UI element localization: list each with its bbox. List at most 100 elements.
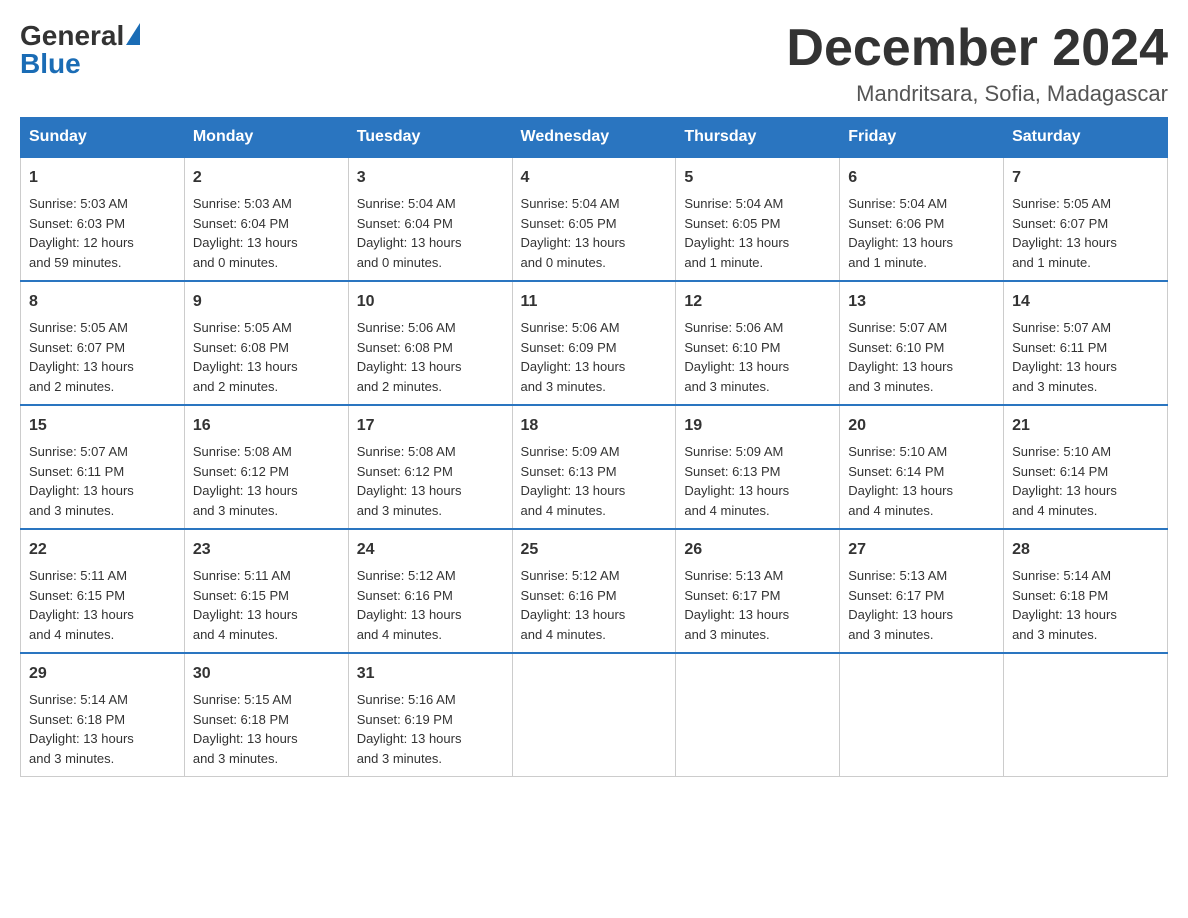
day-header-wednesday: Wednesday (512, 118, 676, 158)
day-number: 6 (848, 166, 995, 190)
day-cell-29: 29Sunrise: 5:14 AM Sunset: 6:18 PM Dayli… (21, 653, 185, 777)
day-cell-4: 4 Sunrise: 5:04 AM Sunset: 6:05 PM Daylig… (512, 157, 676, 281)
day-cell-25: 25 Sunrise: 5:12 AM Sunset: 6:16 PM Dayli… (512, 529, 676, 653)
day-number: 20 (848, 414, 995, 438)
day-number: 1 (29, 166, 176, 190)
day-cell-2: 2 Sunrise: 5:03 AM Sunset: 6:04 PM Daylig… (184, 157, 348, 281)
week-row-2: 8 Sunrise: 5:05 AM Sunset: 6:07 PM Daylig… (21, 281, 1168, 405)
week-row-1: 1 Sunrise: 5:03 AM Sunset: 6:03 PM Daylig… (21, 157, 1168, 281)
day-info: Sunrise: 5:10 AM Sunset: 6:14 PM Dayligh… (848, 444, 953, 518)
day-cell-1: 1 Sunrise: 5:03 AM Sunset: 6:03 PM Daylig… (21, 157, 185, 281)
day-info: Sunrise: 5:06 AM Sunset: 6:10 PM Dayligh… (684, 320, 789, 394)
day-cell-14: 14 Sunrise: 5:07 AM Sunset: 6:11 PM Dayli… (1004, 281, 1168, 405)
day-cell-12: 12 Sunrise: 5:06 AM Sunset: 6:10 PM Dayli… (676, 281, 840, 405)
day-cell-5: 5 Sunrise: 5:04 AM Sunset: 6:05 PM Daylig… (676, 157, 840, 281)
day-number: 2 (193, 166, 340, 190)
day-info: Sunrise: 5:07 AM Sunset: 6:11 PM Dayligh… (29, 444, 134, 518)
day-cell-6: 6 Sunrise: 5:04 AM Sunset: 6:06 PM Daylig… (840, 157, 1004, 281)
day-info: Sunrise: 5:08 AM Sunset: 6:12 PM Dayligh… (193, 444, 298, 518)
day-cell-20: 20 Sunrise: 5:10 AM Sunset: 6:14 PM Dayli… (840, 405, 1004, 529)
day-cell-21: 21Sunrise: 5:10 AM Sunset: 6:14 PM Dayli… (1004, 405, 1168, 529)
day-number: 22 (29, 538, 176, 562)
day-number: 27 (848, 538, 995, 562)
day-cell-8: 8 Sunrise: 5:05 AM Sunset: 6:07 PM Daylig… (21, 281, 185, 405)
day-number: 18 (521, 414, 668, 438)
day-header-tuesday: Tuesday (348, 118, 512, 158)
day-cell-9: 9Sunrise: 5:05 AM Sunset: 6:08 PM Daylig… (184, 281, 348, 405)
day-info: Sunrise: 5:05 AM Sunset: 6:07 PM Dayligh… (1012, 196, 1117, 270)
day-cell-22: 22Sunrise: 5:11 AM Sunset: 6:15 PM Dayli… (21, 529, 185, 653)
day-info: Sunrise: 5:16 AM Sunset: 6:19 PM Dayligh… (357, 692, 462, 766)
day-cell-18: 18Sunrise: 5:09 AM Sunset: 6:13 PM Dayli… (512, 405, 676, 529)
logo: General Blue (20, 20, 140, 80)
day-number: 12 (684, 290, 831, 314)
day-cell-31: 31 Sunrise: 5:16 AM Sunset: 6:19 PM Dayli… (348, 653, 512, 777)
day-info: Sunrise: 5:05 AM Sunset: 6:07 PM Dayligh… (29, 320, 134, 394)
day-headers-row: SundayMondayTuesdayWednesdayThursdayFrid… (21, 118, 1168, 158)
day-info: Sunrise: 5:12 AM Sunset: 6:16 PM Dayligh… (357, 568, 462, 642)
header: General Blue December 2024 Mandritsara, … (20, 20, 1168, 107)
day-cell-13: 13 Sunrise: 5:07 AM Sunset: 6:10 PM Dayli… (840, 281, 1004, 405)
day-number: 4 (521, 166, 668, 190)
day-number: 25 (521, 538, 668, 562)
day-cell-10: 10Sunrise: 5:06 AM Sunset: 6:08 PM Dayli… (348, 281, 512, 405)
week-row-4: 22Sunrise: 5:11 AM Sunset: 6:15 PM Dayli… (21, 529, 1168, 653)
day-cell-15: 15 Sunrise: 5:07 AM Sunset: 6:11 PM Dayli… (21, 405, 185, 529)
day-cell-27: 27 Sunrise: 5:13 AM Sunset: 6:17 PM Dayli… (840, 529, 1004, 653)
day-cell-16: 16 Sunrise: 5:08 AM Sunset: 6:12 PM Dayli… (184, 405, 348, 529)
day-number: 7 (1012, 166, 1159, 190)
day-info: Sunrise: 5:13 AM Sunset: 6:17 PM Dayligh… (684, 568, 789, 642)
empty-cell (1004, 653, 1168, 777)
day-number: 15 (29, 414, 176, 438)
day-info: Sunrise: 5:07 AM Sunset: 6:10 PM Dayligh… (848, 320, 953, 394)
day-info: Sunrise: 5:03 AM Sunset: 6:04 PM Dayligh… (193, 196, 298, 270)
calendar-table: SundayMondayTuesdayWednesdayThursdayFrid… (20, 117, 1168, 777)
day-info: Sunrise: 5:04 AM Sunset: 6:05 PM Dayligh… (521, 196, 626, 270)
day-info: Sunrise: 5:04 AM Sunset: 6:05 PM Dayligh… (684, 196, 789, 270)
logo-blue-text: Blue (20, 48, 81, 80)
day-info: Sunrise: 5:04 AM Sunset: 6:04 PM Dayligh… (357, 196, 462, 270)
day-info: Sunrise: 5:12 AM Sunset: 6:16 PM Dayligh… (521, 568, 626, 642)
week-row-3: 15 Sunrise: 5:07 AM Sunset: 6:11 PM Dayli… (21, 405, 1168, 529)
day-cell-28: 28Sunrise: 5:14 AM Sunset: 6:18 PM Dayli… (1004, 529, 1168, 653)
day-info: Sunrise: 5:03 AM Sunset: 6:03 PM Dayligh… (29, 196, 134, 270)
day-info: Sunrise: 5:09 AM Sunset: 6:13 PM Dayligh… (684, 444, 789, 518)
empty-cell (512, 653, 676, 777)
day-info: Sunrise: 5:06 AM Sunset: 6:09 PM Dayligh… (521, 320, 626, 394)
day-cell-30: 30 Sunrise: 5:15 AM Sunset: 6:18 PM Dayli… (184, 653, 348, 777)
day-number: 8 (29, 290, 176, 314)
title-area: December 2024 Mandritsara, Sofia, Madaga… (786, 20, 1168, 107)
day-number: 5 (684, 166, 831, 190)
day-info: Sunrise: 5:07 AM Sunset: 6:11 PM Dayligh… (1012, 320, 1117, 394)
day-cell-17: 17 Sunrise: 5:08 AM Sunset: 6:12 PM Dayli… (348, 405, 512, 529)
day-number: 14 (1012, 290, 1159, 314)
empty-cell (840, 653, 1004, 777)
day-number: 29 (29, 662, 176, 686)
day-header-sunday: Sunday (21, 118, 185, 158)
day-header-monday: Monday (184, 118, 348, 158)
day-number: 30 (193, 662, 340, 686)
empty-cell (676, 653, 840, 777)
day-number: 17 (357, 414, 504, 438)
day-number: 26 (684, 538, 831, 562)
day-info: Sunrise: 5:13 AM Sunset: 6:17 PM Dayligh… (848, 568, 953, 642)
day-number: 31 (357, 662, 504, 686)
day-number: 3 (357, 166, 504, 190)
day-number: 16 (193, 414, 340, 438)
day-header-friday: Friday (840, 118, 1004, 158)
month-title: December 2024 (786, 20, 1168, 77)
location-subtitle: Mandritsara, Sofia, Madagascar (786, 81, 1168, 107)
day-header-thursday: Thursday (676, 118, 840, 158)
day-info: Sunrise: 5:04 AM Sunset: 6:06 PM Dayligh… (848, 196, 953, 270)
day-number: 28 (1012, 538, 1159, 562)
week-row-5: 29Sunrise: 5:14 AM Sunset: 6:18 PM Dayli… (21, 653, 1168, 777)
day-number: 21 (1012, 414, 1159, 438)
day-info: Sunrise: 5:08 AM Sunset: 6:12 PM Dayligh… (357, 444, 462, 518)
day-cell-23: 23Sunrise: 5:11 AM Sunset: 6:15 PM Dayli… (184, 529, 348, 653)
day-number: 9 (193, 290, 340, 314)
day-header-saturday: Saturday (1004, 118, 1168, 158)
logo-triangle-icon (126, 23, 140, 45)
day-cell-3: 3 Sunrise: 5:04 AM Sunset: 6:04 PM Daylig… (348, 157, 512, 281)
day-info: Sunrise: 5:15 AM Sunset: 6:18 PM Dayligh… (193, 692, 298, 766)
day-number: 13 (848, 290, 995, 314)
